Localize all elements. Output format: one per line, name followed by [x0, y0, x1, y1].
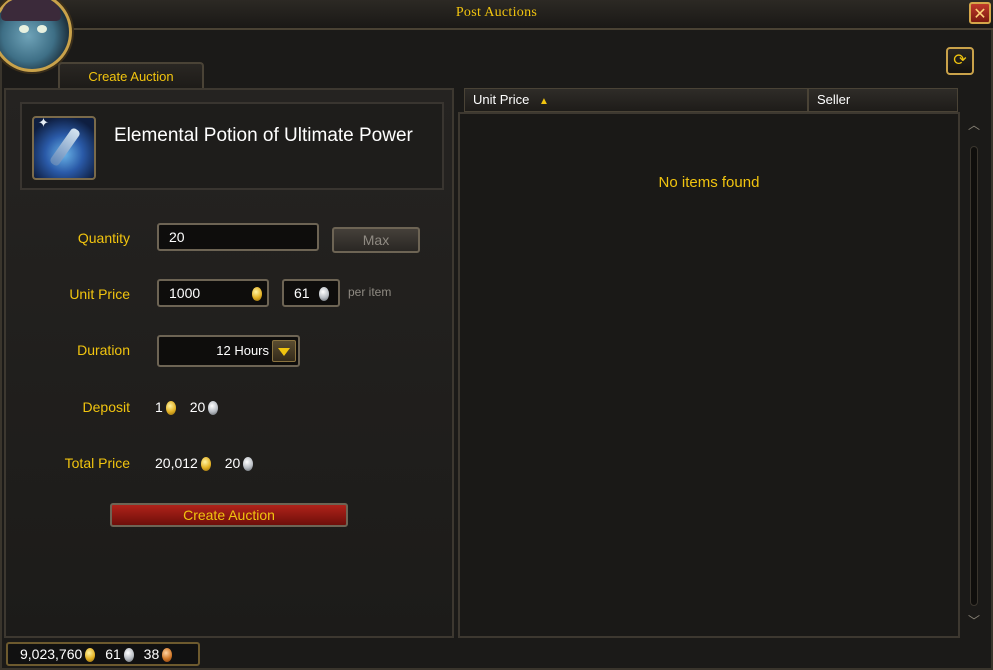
per-item-label: per item	[348, 285, 392, 299]
column-header-unit-price[interactable]: Unit Price ▲	[464, 88, 808, 112]
total-silver: 20	[224, 455, 241, 471]
window-title: Post Auctions	[455, 5, 538, 20]
empty-message: No items found	[658, 174, 760, 191]
duration-value: 12 Hours	[216, 343, 269, 358]
item-display: ✦ Elemental Potion of Ultimate Power	[20, 102, 444, 190]
silver-coin-icon	[208, 401, 219, 416]
silver-coin-icon	[243, 457, 254, 472]
create-auction-button[interactable]: Create Auction	[110, 503, 348, 527]
deposit-value: 1 20	[155, 399, 219, 416]
quantity-value: 20	[169, 229, 185, 245]
tab-create-auction[interactable]: Create Auction	[58, 62, 204, 90]
unit-price-silver-value: 61	[294, 285, 310, 301]
money-silver: 61	[105, 646, 121, 662]
silver-coin-icon	[123, 648, 134, 663]
sort-ascending-icon: ▲	[538, 96, 549, 107]
quantity-input[interactable]: 20	[157, 223, 319, 251]
scrollbar[interactable]	[970, 146, 978, 606]
scroll-up-button[interactable]: ︿	[965, 118, 983, 132]
deposit-gold: 1	[155, 399, 163, 415]
item-name: Elemental Potion of Ultimate Power	[114, 125, 413, 146]
total-price-label: Total Price	[64, 455, 130, 471]
unit-price-silver-input[interactable]: 61	[282, 279, 340, 307]
unit-price-label: Unit Price	[69, 286, 130, 302]
column-header-label: Unit Price	[473, 92, 530, 107]
gold-coin-icon	[252, 287, 262, 301]
gold-coin-icon	[165, 401, 176, 416]
max-button[interactable]: Max	[332, 227, 420, 253]
gold-coin-icon	[85, 648, 96, 663]
money-gold: 9,023,760	[20, 646, 83, 662]
close-icon: ✕	[973, 3, 987, 23]
total-price-value: 20,012 20	[155, 455, 254, 472]
copper-coin-icon	[162, 648, 173, 663]
chevron-down-icon[interactable]	[272, 340, 296, 362]
potion-icon[interactable]: ✦	[32, 116, 96, 180]
duration-label: Duration	[77, 342, 130, 358]
column-header-label: Seller	[817, 92, 851, 107]
unit-price-gold-input[interactable]: 1000	[157, 279, 269, 307]
money-copper: 38	[143, 646, 160, 662]
column-header-seller[interactable]: Seller	[808, 88, 958, 112]
duration-dropdown[interactable]: 12 Hours	[157, 335, 300, 367]
gold-coin-icon	[200, 457, 211, 472]
unit-price-gold-value: 1000	[169, 285, 201, 301]
refresh-button[interactable]: ⟳	[946, 47, 974, 75]
deposit-silver: 20	[189, 399, 206, 415]
deposit-label: Deposit	[82, 399, 130, 415]
close-button[interactable]: ✕	[969, 2, 991, 24]
quantity-label: Quantity	[77, 230, 130, 246]
refresh-icon: ⟳	[953, 50, 967, 69]
silver-coin-icon	[319, 287, 329, 301]
title-bar: Post Auctions ✕	[0, 0, 993, 30]
total-gold: 20,012	[155, 455, 198, 471]
auction-window: Post Auctions ✕ Create Auction ✦ Element…	[0, 0, 993, 670]
scroll-down-button[interactable]: ﹀	[965, 614, 983, 628]
player-money: 9,023,760 61 38	[6, 642, 200, 666]
